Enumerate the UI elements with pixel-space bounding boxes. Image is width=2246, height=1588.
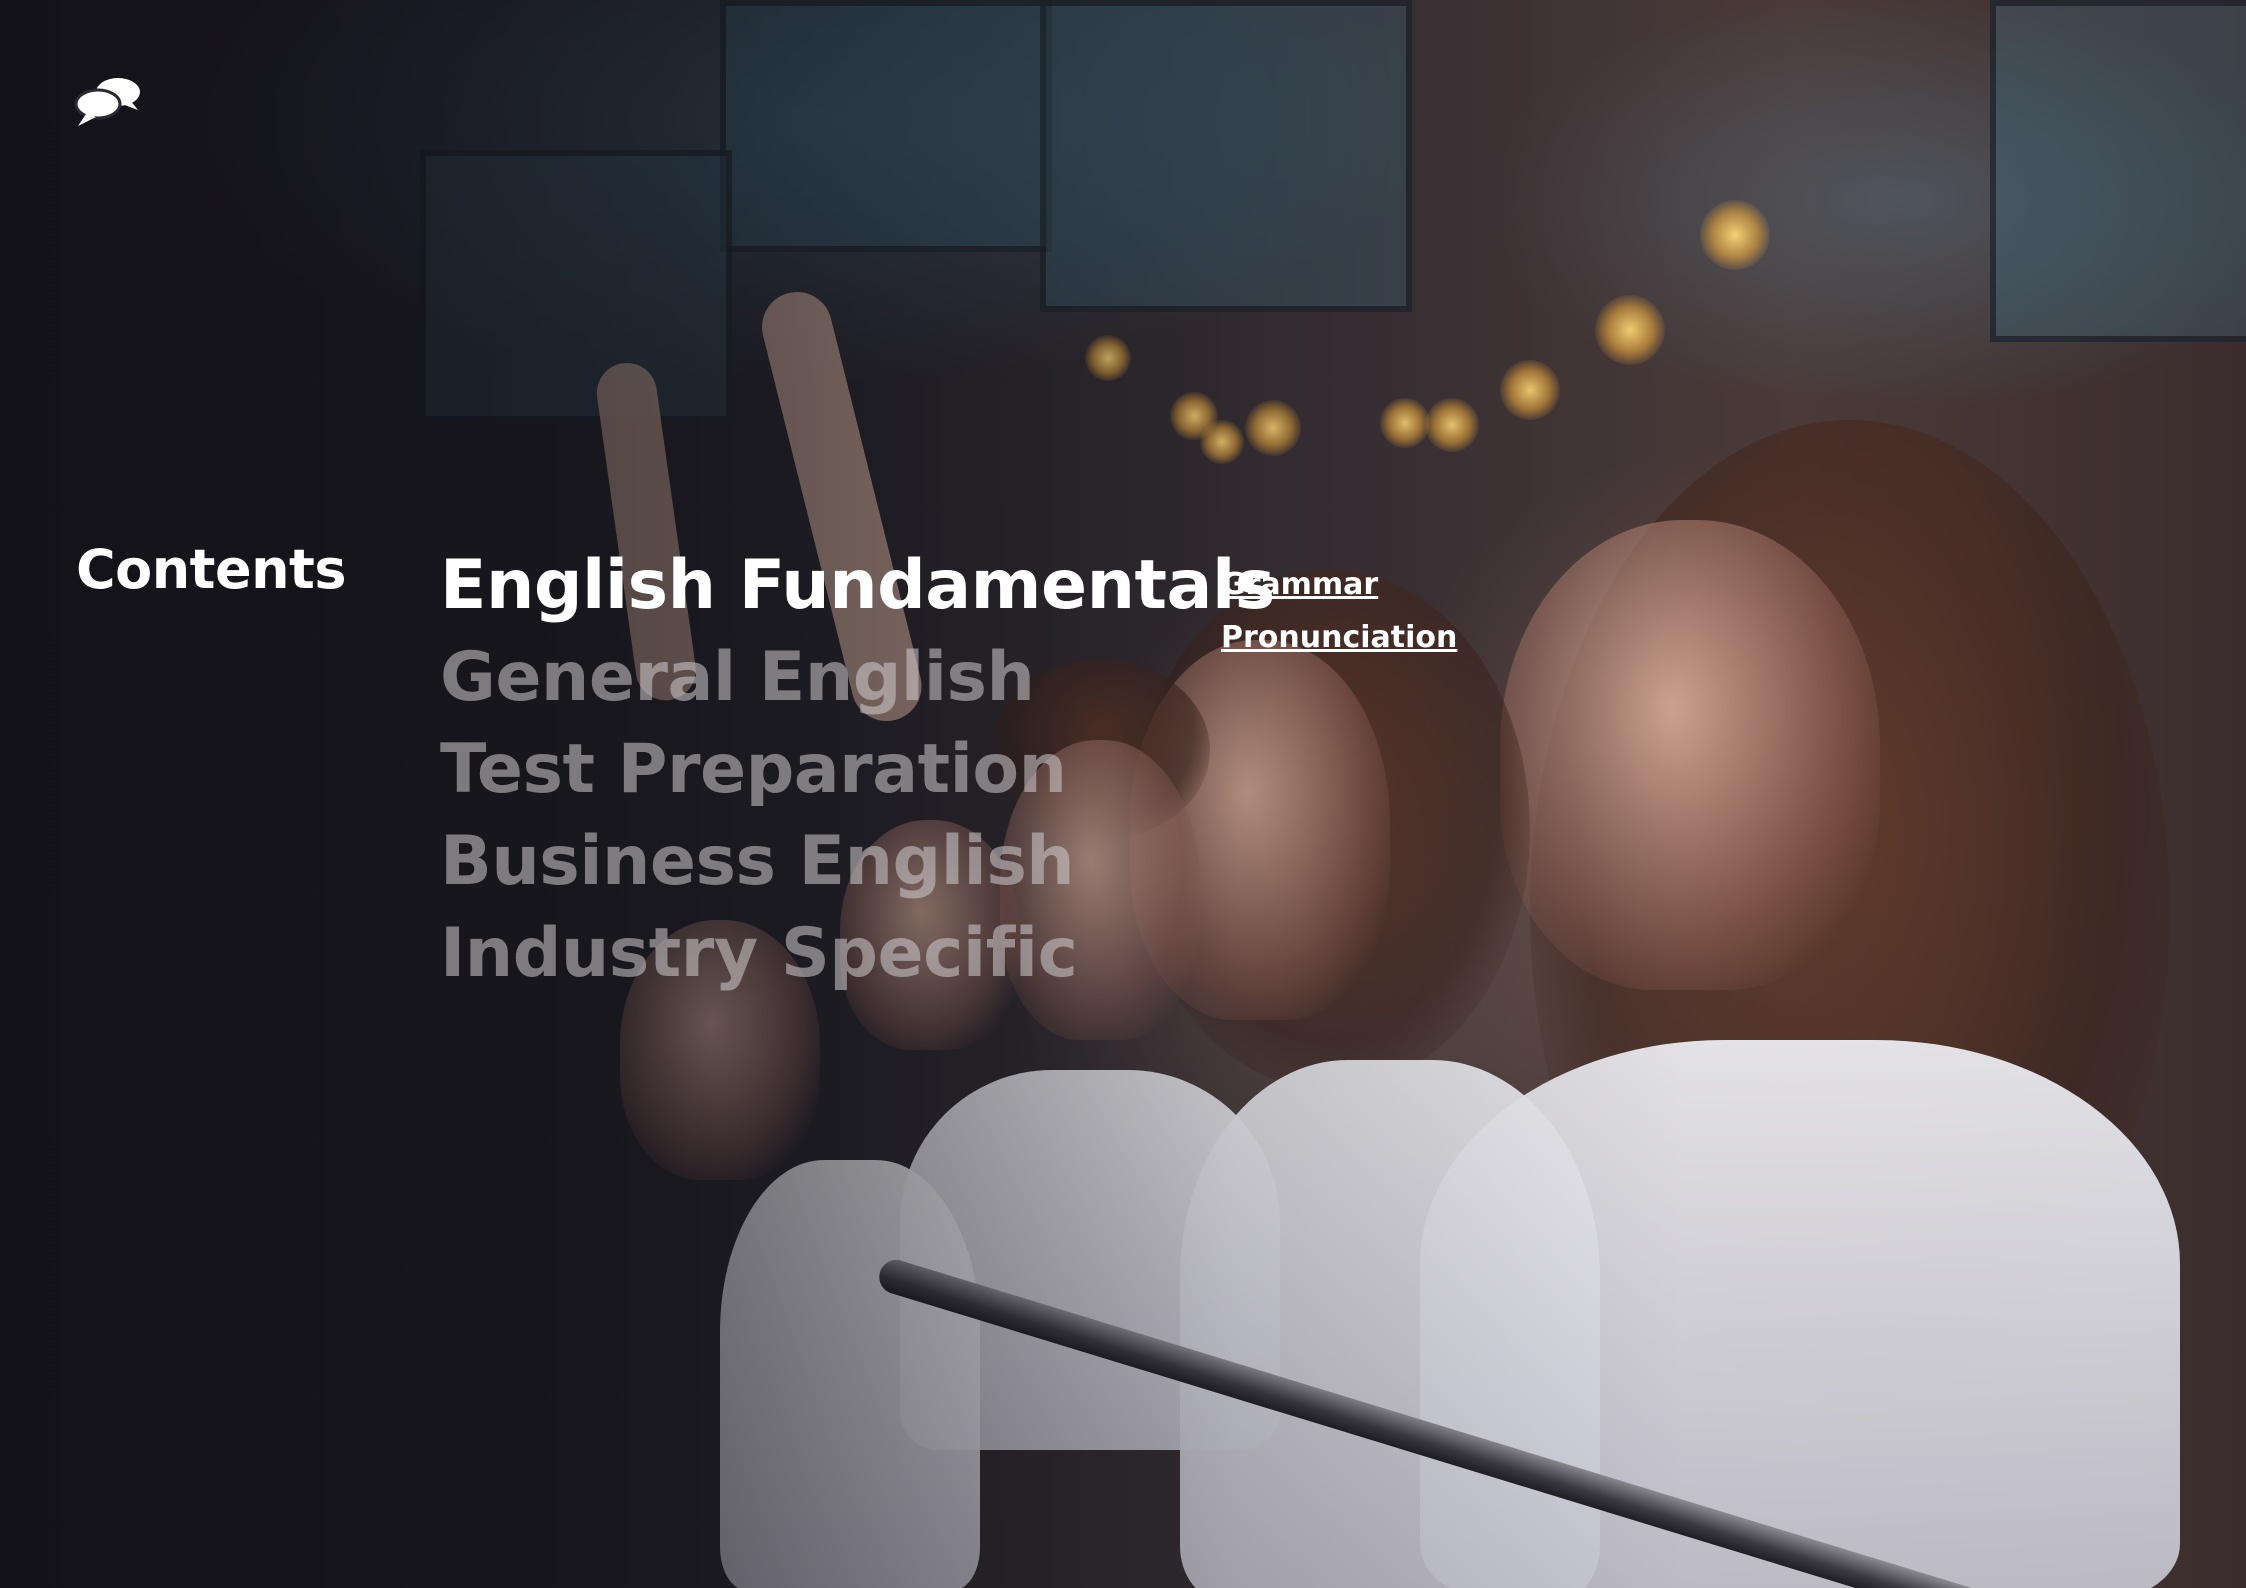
slide: Contents English Fundamentals General En… <box>0 0 2246 1588</box>
menu-item-industry-specific[interactable]: Industry Specific <box>440 908 1275 1000</box>
menu-item-business-english[interactable]: Business English <box>440 816 1275 908</box>
menu-item-general-english[interactable]: General English <box>440 632 1275 724</box>
contents-heading: Contents <box>76 538 347 601</box>
menu-item-test-preparation[interactable]: Test Preparation <box>440 724 1275 816</box>
fundamentals-submenu: Grammar Pronunciation <box>1221 558 1457 664</box>
contents-menu: English Fundamentals General English Tes… <box>440 540 1275 1000</box>
menu-item-english-fundamentals[interactable]: English Fundamentals <box>440 540 1275 632</box>
logo[interactable] <box>74 74 144 128</box>
submenu-link-pronunciation[interactable]: Pronunciation <box>1221 611 1457 664</box>
speech-bubbles-icon <box>74 78 140 126</box>
submenu-link-grammar[interactable]: Grammar <box>1221 558 1457 611</box>
